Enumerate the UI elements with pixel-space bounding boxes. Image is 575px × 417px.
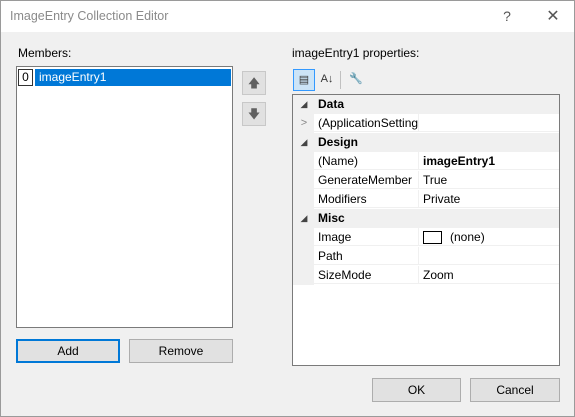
- members-list[interactable]: 0 imageEntry1: [16, 66, 233, 328]
- property-name: Path: [314, 247, 419, 265]
- category-design[interactable]: ◢ Design: [293, 133, 559, 152]
- ok-button[interactable]: OK: [372, 378, 461, 402]
- property-row-sizemode[interactable]: SizeMode Zoom: [293, 266, 559, 285]
- property-name: Image: [314, 228, 419, 246]
- property-row-generatemember[interactable]: GenerateMember True: [293, 171, 559, 190]
- property-value[interactable]: True: [419, 171, 559, 189]
- help-icon[interactable]: ?: [487, 1, 527, 32]
- category-data[interactable]: ◢ Data: [293, 95, 559, 114]
- categorized-icon: ▤: [298, 74, 310, 86]
- row-gutter: [293, 152, 314, 171]
- category-label: Design: [318, 135, 359, 149]
- property-row-name[interactable]: (Name) imageEntry1: [293, 152, 559, 171]
- property-value[interactable]: Private: [419, 190, 559, 208]
- add-button[interactable]: Add: [16, 339, 120, 363]
- category-misc[interactable]: ◢ Misc: [293, 209, 559, 228]
- move-down-button[interactable]: 🡇: [242, 102, 266, 126]
- move-up-button[interactable]: 🡅: [242, 71, 266, 95]
- property-name: (ApplicationSettings): [314, 114, 419, 132]
- members-label: Members:: [18, 46, 72, 60]
- property-grid[interactable]: ◢ Data > (ApplicationSettings) ◢ Design …: [292, 94, 560, 366]
- title-bar: ImageEntry Collection Editor ? ✕: [1, 1, 574, 32]
- arrow-down-icon: 🡇: [247, 107, 261, 121]
- property-row-image[interactable]: Image (none): [293, 228, 559, 247]
- expand-icon[interactable]: >: [298, 114, 310, 133]
- property-value: (none): [450, 230, 485, 244]
- collapse-icon[interactable]: ◢: [298, 133, 310, 152]
- category-label: Data: [318, 97, 345, 111]
- row-gutter: >: [293, 114, 314, 133]
- wrench-icon: 🔧: [349, 73, 363, 85]
- properties-label: imageEntry1 properties:: [292, 46, 420, 60]
- row-gutter: [293, 171, 314, 190]
- property-value[interactable]: imageEntry1: [419, 152, 559, 170]
- close-icon[interactable]: ✕: [533, 1, 573, 32]
- member-index: 0: [18, 69, 33, 86]
- window-title: ImageEntry Collection Editor: [10, 9, 169, 23]
- property-row-modifiers[interactable]: Modifiers Private: [293, 190, 559, 209]
- collapse-icon[interactable]: ◢: [298, 209, 310, 228]
- row-gutter: [293, 190, 314, 209]
- alphabetical-icon: A↓: [320, 73, 334, 85]
- list-item[interactable]: 0 imageEntry1: [18, 69, 231, 86]
- property-name: SizeMode: [314, 266, 419, 284]
- property-value[interactable]: [419, 114, 559, 132]
- property-name: Modifiers: [314, 190, 419, 208]
- category-label: Misc: [318, 211, 345, 225]
- property-row-path[interactable]: Path: [293, 247, 559, 266]
- cancel-button[interactable]: Cancel: [470, 378, 560, 402]
- property-value[interactable]: Zoom: [419, 266, 559, 284]
- property-name: (Name): [314, 152, 419, 170]
- arrow-up-icon: 🡅: [247, 76, 261, 90]
- property-value[interactable]: [419, 247, 559, 265]
- property-row-applicationsettings[interactable]: > (ApplicationSettings): [293, 114, 559, 133]
- remove-button[interactable]: Remove: [129, 339, 233, 363]
- alphabetical-button[interactable]: A↓: [316, 69, 338, 91]
- collection-editor-dialog: ImageEntry Collection Editor ? ✕ Members…: [0, 0, 575, 417]
- categorized-button[interactable]: ▤: [293, 69, 315, 91]
- member-name: imageEntry1: [35, 69, 231, 86]
- image-preview-swatch: [423, 231, 442, 245]
- row-gutter: [293, 247, 314, 266]
- toolbar-divider: [340, 71, 341, 89]
- property-name: GenerateMember: [314, 171, 419, 189]
- collapse-icon[interactable]: ◢: [298, 95, 310, 114]
- property-value-image[interactable]: (none): [419, 228, 559, 246]
- row-gutter: [293, 266, 314, 285]
- row-gutter: [293, 228, 314, 247]
- property-pages-button[interactable]: 🔧: [345, 69, 367, 91]
